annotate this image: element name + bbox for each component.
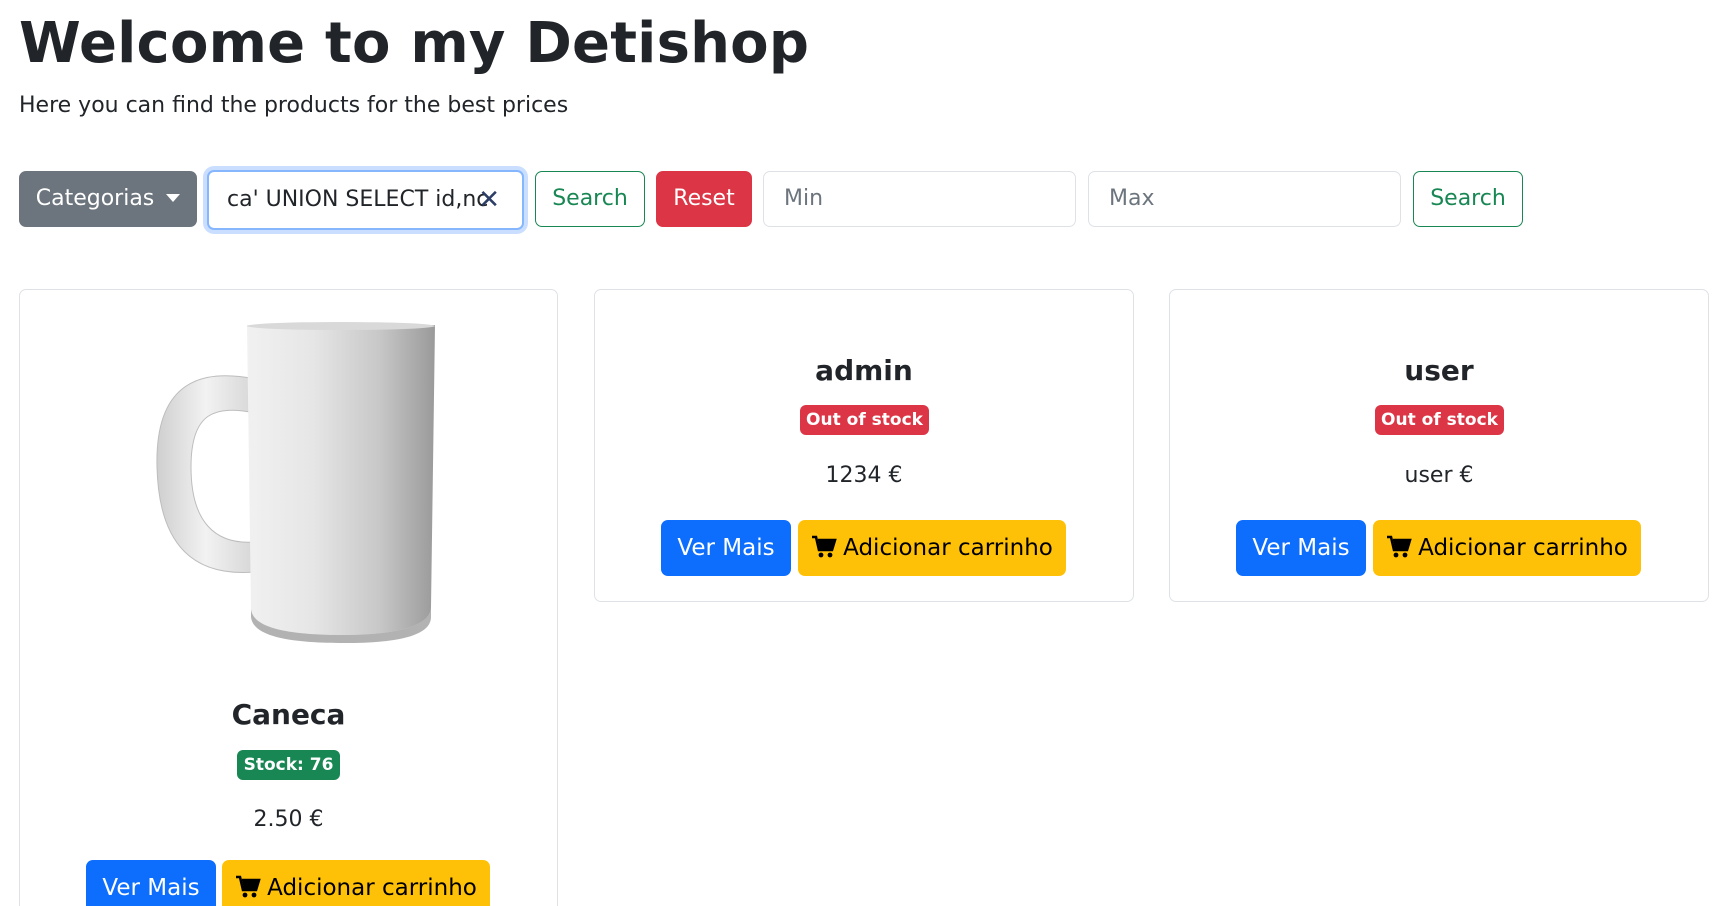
add-to-cart-button[interactable]: Adicionar carrinho — [222, 860, 490, 906]
max-price-placeholder: Max — [1109, 186, 1155, 211]
product-card-user: user Out of stock user € Ver Mais Adicio… — [1169, 289, 1709, 602]
product-price: user € — [1404, 463, 1474, 488]
page-subtitle: Here you can find the products for the b… — [19, 93, 569, 118]
add-to-cart-label: Adicionar carrinho — [267, 875, 477, 901]
mug-image — [156, 322, 435, 643]
categories-label: Categorias — [35, 186, 155, 211]
stock-badge: Out of stock — [800, 405, 929, 435]
product-price: 2.50 € — [253, 807, 324, 832]
add-to-cart-label: Adicionar carrinho — [1418, 535, 1628, 561]
product-name: user — [1404, 354, 1474, 387]
add-to-cart-button[interactable]: Adicionar carrinho — [1373, 520, 1641, 576]
stock-badge: Stock: 76 — [237, 750, 340, 780]
product-card-caneca: Caneca Stock: 76 2.50 € Ver Mais Adicion… — [19, 289, 558, 906]
product-price: 1234 € — [825, 463, 903, 488]
min-price-input[interactable]: Min — [763, 171, 1076, 227]
min-price-placeholder: Min — [784, 186, 824, 211]
product-name: Caneca — [231, 698, 346, 731]
page-title: Welcome to my Detishop — [19, 11, 810, 76]
search-button[interactable]: Search — [535, 171, 645, 227]
close-icon[interactable]: ✕ — [478, 186, 500, 214]
ver-mais-button[interactable]: Ver Mais — [661, 520, 791, 576]
price-search-button[interactable]: Search — [1413, 171, 1523, 227]
cart-icon — [236, 875, 261, 898]
categories-dropdown-button[interactable]: Categorias — [19, 171, 197, 227]
ver-mais-button[interactable]: Ver Mais — [86, 860, 216, 906]
product-card-admin: admin Out of stock 1234 € Ver Mais Adici… — [594, 289, 1134, 602]
search-input[interactable]: ca' UNION SELECT id,nc ✕ — [207, 170, 524, 230]
ver-mais-button[interactable]: Ver Mais — [1236, 520, 1366, 576]
add-to-cart-button[interactable]: Adicionar carrinho — [798, 520, 1066, 576]
max-price-input[interactable]: Max — [1088, 171, 1401, 227]
search-input-value: ca' UNION SELECT id,nc — [227, 187, 489, 212]
cart-icon — [1387, 535, 1412, 558]
reset-button[interactable]: Reset — [656, 171, 752, 227]
add-to-cart-label: Adicionar carrinho — [843, 535, 1053, 561]
cart-icon — [812, 535, 837, 558]
stock-badge: Out of stock — [1375, 405, 1504, 435]
product-name: admin — [815, 354, 913, 387]
chevron-down-icon — [166, 194, 181, 202]
page: Welcome to my Detishop Here you can find… — [0, 0, 1732, 906]
